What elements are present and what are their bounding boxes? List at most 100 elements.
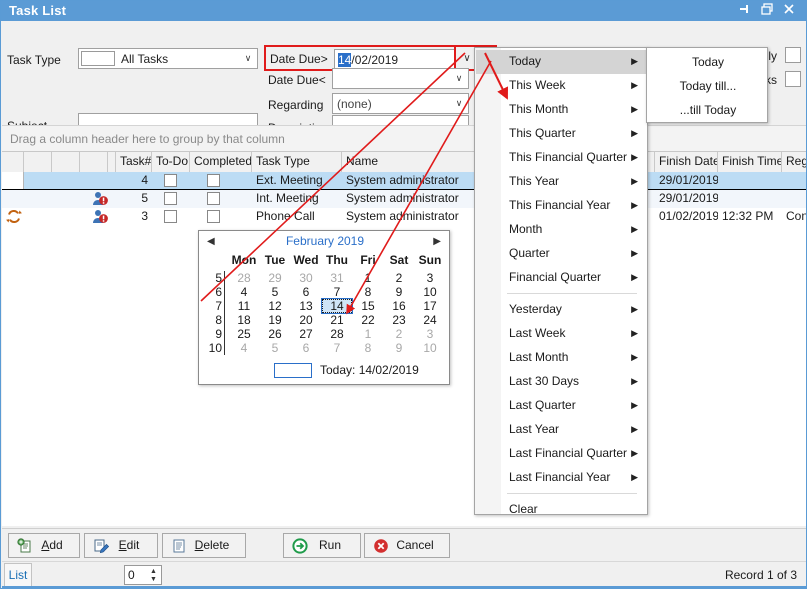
pin-icon[interactable] xyxy=(736,3,754,19)
calendar-day[interactable]: 3 xyxy=(415,327,445,341)
regarding-select[interactable]: (none) ∨ xyxy=(332,93,469,114)
calendar-day[interactable]: 29 xyxy=(260,271,290,285)
calendar-day[interactable]: 28 xyxy=(322,327,352,341)
calendar-next-icon[interactable]: ▶ xyxy=(433,236,441,247)
row-selector-cell[interactable] xyxy=(2,172,24,189)
calendar-day[interactable]: 4 xyxy=(229,341,259,355)
calendar-day[interactable]: 8 xyxy=(353,285,383,299)
submenu-item-2[interactable]: ...till Today xyxy=(648,98,768,122)
grid-column-header[interactable] xyxy=(24,152,52,172)
grid-column-header[interactable]: Finish Time xyxy=(718,152,782,172)
calendar-day[interactable]: 7 xyxy=(322,285,352,299)
chevron-down-icon[interactable]: ∨ xyxy=(241,52,255,66)
menu-item-this-financial-quarter[interactable]: This Financial Quarter▶ xyxy=(476,146,648,170)
calendar-day[interactable]: 31 xyxy=(322,271,352,285)
menu-item-last-quarter[interactable]: Last Quarter▶ xyxy=(476,394,648,418)
calendar-day[interactable]: 6 xyxy=(291,341,321,355)
menu-item-clear[interactable]: Clear xyxy=(476,498,648,522)
calendar-month-title[interactable]: February 2019 xyxy=(199,234,451,248)
calendar-day[interactable]: 21 xyxy=(322,313,352,327)
grid-column-header[interactable]: Name xyxy=(342,152,485,172)
task-type-select[interactable]: All Tasks ∨ xyxy=(78,48,258,69)
todo-checkbox[interactable] xyxy=(164,174,177,187)
menu-item-last-month[interactable]: Last Month▶ xyxy=(476,346,648,370)
date-due-greater-input[interactable]: 14/02/2019 xyxy=(334,49,455,69)
menu-item-last-year[interactable]: Last Year▶ xyxy=(476,418,648,442)
chevron-down-icon[interactable]: ∨ xyxy=(452,97,466,111)
completed-checkbox[interactable] xyxy=(207,174,220,187)
calendar-day[interactable]: 5 xyxy=(260,341,290,355)
calendar-day[interactable]: 27 xyxy=(291,327,321,341)
menu-item-quarter[interactable]: Quarter▶ xyxy=(476,242,648,266)
menu-item-this-financial-year[interactable]: This Financial Year▶ xyxy=(476,194,648,218)
grid-column-header[interactable]: Completed xyxy=(190,152,252,172)
menu-item-today[interactable]: Today▶ xyxy=(476,50,648,74)
menu-item-this-month[interactable]: This Month▶ xyxy=(476,98,648,122)
grid-column-header[interactable]: To-Do xyxy=(152,152,190,172)
calendar-day[interactable]: 6 xyxy=(291,285,321,299)
calendar-day[interactable]: 16 xyxy=(384,299,414,313)
calendar-day[interactable]: 10 xyxy=(415,341,445,355)
calendar-day[interactable]: 30 xyxy=(291,271,321,285)
grid-column-header[interactable] xyxy=(80,152,108,172)
calendar-today-swatch[interactable] xyxy=(274,363,312,378)
group-by-bar[interactable]: Drag a column header here to group by th… xyxy=(2,125,807,152)
table-row[interactable]: 3Phone CallSystem administrator01/02/201… xyxy=(2,208,807,226)
menu-item-last-week[interactable]: Last Week▶ xyxy=(476,322,648,346)
submenu-item-1[interactable]: Today till... xyxy=(648,74,768,98)
menu-item-this-year[interactable]: This Year▶ xyxy=(476,170,648,194)
grid-column-header[interactable]: Regar xyxy=(782,152,807,172)
menu-item-last-financial-quarter[interactable]: Last Financial Quarter▶ xyxy=(476,442,648,466)
submenu-item-0[interactable]: Today xyxy=(648,50,768,74)
todo-checkbox[interactable] xyxy=(164,210,177,223)
menu-item-last-30-days[interactable]: Last 30 Days▶ xyxy=(476,370,648,394)
second-filter-checkbox[interactable] xyxy=(785,71,801,87)
page-spinner[interactable]: 0 ▲ ▼ xyxy=(124,565,162,585)
table-row[interactable]: 4Ext. MeetingSystem administrator29/01/2… xyxy=(2,172,807,190)
edit-button[interactable]: Edit xyxy=(84,533,158,558)
grid-column-header[interactable]: Task# xyxy=(116,152,152,172)
calendar-day[interactable]: 4 xyxy=(229,285,259,299)
completed-checkbox[interactable] xyxy=(207,210,220,223)
delete-button[interactable]: Delete xyxy=(162,533,246,558)
menu-item-yesterday[interactable]: Yesterday▶ xyxy=(476,298,648,322)
calendar-day[interactable]: 3 xyxy=(415,271,445,285)
close-icon[interactable] xyxy=(780,3,798,19)
grid-column-header[interactable] xyxy=(2,152,24,172)
calendar-day[interactable]: 10 xyxy=(415,285,445,299)
calendar-day[interactable]: 5 xyxy=(260,285,290,299)
menu-item-month[interactable]: Month▶ xyxy=(476,218,648,242)
table-row[interactable]: 5Int. MeetingSystem administrator29/01/2… xyxy=(2,190,807,208)
calendar-day[interactable]: 1 xyxy=(353,271,383,285)
add-button[interactable]: Add xyxy=(8,533,80,558)
menu-item-this-quarter[interactable]: This Quarter▶ xyxy=(476,122,648,146)
calendar-day[interactable]: 13 xyxy=(291,299,321,313)
menu-item-financial-quarter[interactable]: Financial Quarter▶ xyxy=(476,266,648,290)
grid-column-header[interactable] xyxy=(52,152,80,172)
spinner-up-icon[interactable]: ▲ xyxy=(149,568,158,575)
completed-checkbox[interactable] xyxy=(207,192,220,205)
calendar-day[interactable]: 19 xyxy=(260,313,290,327)
calendar-day[interactable]: 2 xyxy=(384,327,414,341)
grid-column-header[interactable]: Task Type xyxy=(252,152,342,172)
calendar-day[interactable]: 12 xyxy=(260,299,290,313)
calendar-day[interactable]: 17 xyxy=(415,299,445,313)
calendar-day-selected[interactable]: 14 xyxy=(322,299,352,313)
cancel-button[interactable]: Cancel xyxy=(364,533,450,558)
calendar-day[interactable]: 25 xyxy=(229,327,259,341)
spinner-down-icon[interactable]: ▼ xyxy=(149,576,158,583)
grid-column-header[interactable]: Finish Date xyxy=(655,152,718,172)
calendar-day[interactable]: 9 xyxy=(384,341,414,355)
restore-icon[interactable] xyxy=(758,3,776,19)
calendar-day[interactable]: 9 xyxy=(384,285,414,299)
calendar-day[interactable]: 2 xyxy=(384,271,414,285)
calendar-day[interactable]: 26 xyxy=(260,327,290,341)
menu-item-this-week[interactable]: This Week▶ xyxy=(476,74,648,98)
calendar-day[interactable]: 7 xyxy=(322,341,352,355)
calendar-day[interactable]: 11 xyxy=(229,299,259,313)
calendar-day[interactable]: 18 xyxy=(229,313,259,327)
todo-checkbox[interactable] xyxy=(164,192,177,205)
show-unassigned-checkbox[interactable] xyxy=(785,47,801,63)
calendar-day[interactable]: 24 xyxy=(415,313,445,327)
calendar-day[interactable]: 22 xyxy=(353,313,383,327)
